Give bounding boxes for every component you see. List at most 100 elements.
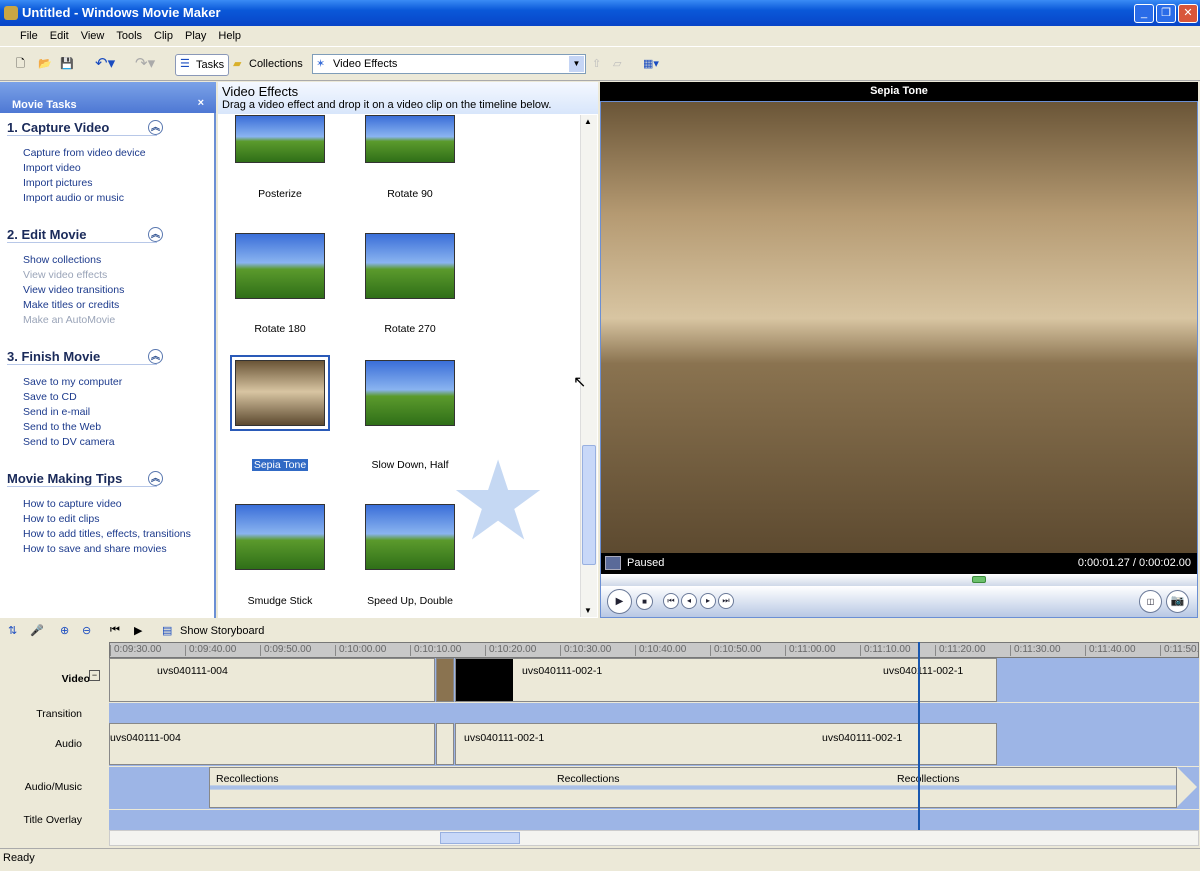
effect-label[interactable]: Posterize bbox=[258, 188, 302, 200]
collapse-chevron-icon[interactable]: ︽ bbox=[148, 471, 163, 486]
title-overlay-track[interactable] bbox=[109, 810, 1199, 830]
rewind-timeline-icon[interactable]: ⏮ bbox=[110, 624, 120, 637]
task-link[interactable]: Import pictures bbox=[23, 177, 92, 189]
close-icon[interactable]: × bbox=[198, 97, 204, 109]
task-section-header[interactable]: 3. Finish Movie ︽ bbox=[7, 349, 163, 365]
effect-thumbnail[interactable] bbox=[365, 233, 455, 299]
audio-clip[interactable]: uvs040111-004 bbox=[109, 723, 435, 765]
collections-button[interactable]: Collections bbox=[233, 54, 303, 76]
up-level-icon[interactable]: ⇧ bbox=[592, 54, 601, 76]
audio-track[interactable]: uvs040111-004 uvs040111-002-1 uvs040111-0… bbox=[109, 723, 1199, 766]
close-button[interactable]: ✕ bbox=[1178, 4, 1198, 23]
task-section-header[interactable]: 1. Capture Video ︽ bbox=[7, 120, 163, 136]
effect-thumbnail[interactable] bbox=[235, 233, 325, 299]
task-link[interactable]: How to add titles, effects, transitions bbox=[23, 528, 191, 540]
task-link[interactable]: Send to DV camera bbox=[23, 436, 115, 448]
menu-file[interactable]: File bbox=[14, 27, 44, 46]
seek-bar[interactable] bbox=[601, 574, 1197, 586]
effect-thumbnail[interactable] bbox=[365, 360, 455, 426]
menu-help[interactable]: Help bbox=[212, 27, 247, 46]
fullscreen-icon[interactable] bbox=[605, 556, 621, 570]
open-project-icon[interactable]: 📂 bbox=[38, 54, 52, 76]
views-icon[interactable]: ▦▾ bbox=[643, 54, 659, 76]
task-link[interactable]: Import audio or music bbox=[23, 192, 124, 204]
audio-music-track[interactable]: Recollections Recollections Recollections bbox=[109, 767, 1199, 809]
minimize-button[interactable]: _ bbox=[1134, 4, 1154, 23]
video-track[interactable]: uvs040111-004 uvs040111-002-1 uvs040111-0… bbox=[109, 658, 1199, 702]
video-clip-sepia[interactable] bbox=[436, 658, 454, 702]
zoom-in-icon[interactable]: ⊕ bbox=[60, 624, 69, 637]
video-clip[interactable]: uvs040111-002-1 uvs040111-002-1 bbox=[455, 658, 997, 702]
effect-item[interactable] bbox=[215, 504, 345, 570]
menu-clip[interactable]: Clip bbox=[148, 27, 179, 46]
timeline-ruler[interactable]: 0:09:30.00 0:09:40.00 0:09:50.00 0:10:00.00… bbox=[109, 642, 1199, 658]
task-link[interactable]: Send to the Web bbox=[23, 421, 101, 433]
task-link[interactable]: How to capture video bbox=[23, 498, 122, 510]
task-link[interactable]: Send in e-mail bbox=[23, 406, 90, 418]
undo-icon[interactable]: ↶▾ bbox=[95, 54, 115, 76]
task-section-header[interactable]: Movie Making Tips ︽ bbox=[7, 471, 163, 487]
video-clip[interactable]: uvs040111-004 bbox=[109, 658, 435, 702]
play-icon[interactable]: ▶ bbox=[607, 589, 632, 614]
task-link[interactable]: Capture from video device bbox=[23, 147, 146, 159]
menu-play[interactable]: Play bbox=[179, 27, 212, 46]
next-end-icon[interactable]: ⏭ bbox=[718, 593, 734, 609]
narrate-icon[interactable]: 🎤 bbox=[30, 624, 44, 637]
scroll-down-icon[interactable]: ▼ bbox=[584, 606, 592, 615]
task-section-header[interactable]: 2. Edit Movie ︽ bbox=[7, 227, 163, 243]
music-clip[interactable]: Recollections Recollections Recollections bbox=[209, 767, 1177, 808]
task-link[interactable]: Save to my computer bbox=[23, 376, 122, 388]
collapse-chevron-icon[interactable]: ︽ bbox=[148, 227, 163, 242]
chevron-down-icon[interactable]: ▼ bbox=[569, 56, 584, 72]
effect-item[interactable] bbox=[215, 115, 345, 163]
task-link[interactable]: How to save and share movies bbox=[23, 543, 167, 555]
collapse-chevron-icon[interactable]: ︽ bbox=[148, 349, 163, 364]
scroll-thumb[interactable] bbox=[440, 832, 520, 844]
effect-thumbnail[interactable] bbox=[235, 504, 325, 570]
audio-clip[interactable] bbox=[436, 723, 454, 765]
next-frame-icon[interactable]: ▸ bbox=[700, 593, 716, 609]
effect-thumbnail[interactable] bbox=[365, 115, 455, 163]
take-picture-icon[interactable]: 📷 bbox=[1166, 590, 1189, 613]
effect-item[interactable] bbox=[345, 233, 475, 299]
zoom-out-icon[interactable]: ⊖ bbox=[82, 624, 91, 637]
task-link[interactable]: Make titles or credits bbox=[23, 299, 119, 311]
playhead[interactable] bbox=[918, 642, 920, 830]
effects-scrollbar[interactable]: ▲ ▼ bbox=[580, 115, 597, 617]
audio-clip[interactable]: uvs040111-002-1 uvs040111-002-1 bbox=[455, 723, 997, 765]
effect-label[interactable]: Rotate 180 bbox=[254, 323, 305, 335]
timeline-scrollbar[interactable] bbox=[109, 830, 1199, 846]
scroll-up-icon[interactable]: ▲ bbox=[584, 117, 592, 126]
redo-icon[interactable]: ↷▾ bbox=[135, 54, 155, 76]
effect-thumbnail[interactable] bbox=[230, 355, 330, 431]
effect-item[interactable] bbox=[215, 233, 345, 299]
effect-thumbnail[interactable] bbox=[235, 115, 325, 163]
save-project-icon[interactable]: 💾 bbox=[60, 54, 74, 76]
new-project-icon[interactable]: 🗋 bbox=[16, 54, 25, 76]
stop-icon[interactable]: ■ bbox=[636, 593, 653, 610]
menu-tools[interactable]: Tools bbox=[110, 27, 148, 46]
effect-label[interactable]: Rotate 270 bbox=[384, 323, 435, 335]
effect-item[interactable] bbox=[215, 355, 345, 431]
task-link[interactable]: Import video bbox=[23, 162, 81, 174]
effect-item[interactable] bbox=[345, 360, 475, 426]
previous-frame-icon[interactable]: ◂ bbox=[681, 593, 697, 609]
task-link[interactable]: Show collections bbox=[23, 254, 101, 266]
effect-label[interactable]: Sepia Tone bbox=[251, 459, 309, 471]
menu-view[interactable]: View bbox=[75, 27, 111, 46]
effect-label[interactable]: Rotate 90 bbox=[387, 188, 433, 200]
effect-item[interactable] bbox=[345, 115, 475, 163]
task-link[interactable]: View video transitions bbox=[23, 284, 124, 296]
set-audio-levels-icon[interactable]: ⇅ bbox=[8, 624, 17, 637]
effect-label[interactable]: Smudge Stick bbox=[248, 595, 313, 607]
scroll-thumb[interactable] bbox=[582, 445, 596, 565]
effect-label[interactable]: Speed Up, Double bbox=[367, 595, 453, 607]
new-folder-icon[interactable]: ▱ bbox=[613, 54, 621, 76]
seek-thumb[interactable] bbox=[972, 576, 987, 583]
collapse-chevron-icon[interactable]: ︽ bbox=[148, 120, 163, 135]
task-link[interactable]: Save to CD bbox=[23, 391, 77, 403]
menu-edit[interactable]: Edit bbox=[44, 27, 75, 46]
task-link[interactable]: How to edit clips bbox=[23, 513, 99, 525]
show-storyboard-button[interactable]: Show Storyboard bbox=[180, 625, 264, 637]
collection-select[interactable]: Video Effects ▼ bbox=[312, 54, 586, 74]
